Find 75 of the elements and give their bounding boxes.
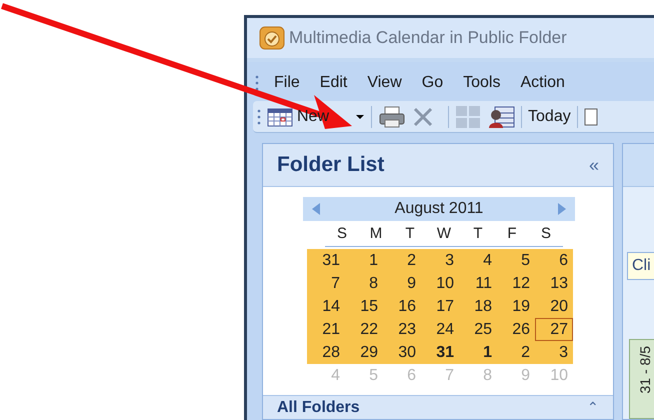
- printer-icon[interactable]: [378, 104, 406, 128]
- menu-item[interactable]: Tools: [458, 71, 506, 95]
- grip-icon[interactable]: [257, 108, 261, 126]
- calendar-day[interactable]: 5: [497, 248, 535, 272]
- menu-item[interactable]: Edit: [314, 71, 352, 95]
- calendar-day[interactable]: 31: [421, 340, 459, 364]
- calendar-day[interactable]: 1: [345, 248, 383, 272]
- calendar-day[interactable]: 16: [383, 294, 421, 318]
- selected-week[interactable]: 31 1 2 3 4 5 6: [307, 248, 573, 272]
- pane-title: Folder List: [277, 152, 384, 178]
- next-month-icon[interactable]: [556, 202, 567, 216]
- calendar-icon: [267, 106, 293, 126]
- menu-item[interactable]: View: [362, 71, 407, 95]
- calendar-day[interactable]: 8: [345, 272, 383, 294]
- selected-week[interactable]: 21 22 23 24 25 26 27: [307, 318, 573, 340]
- calendar-app-icon: [259, 26, 285, 50]
- calendar-day[interactable]: 3: [535, 340, 573, 364]
- page-icon[interactable]: [584, 106, 598, 126]
- calendar-day[interactable]: 15: [345, 294, 383, 318]
- address-book-icon[interactable]: [487, 104, 516, 128]
- menu-item[interactable]: Action: [515, 71, 570, 95]
- section-header[interactable]: All Folders ⌃: [263, 395, 613, 419]
- menu-item[interactable]: Go: [416, 71, 448, 95]
- section-title: All Folders: [277, 398, 360, 418]
- calendar-day[interactable]: 22: [345, 318, 383, 340]
- tooltip: Cli: [627, 252, 654, 280]
- calendar-day[interactable]: 1: [459, 340, 497, 364]
- calendar-day[interactable]: 12: [497, 272, 535, 294]
- calendar-day[interactable]: 26: [497, 318, 535, 340]
- week-tab[interactable]: 31 - 8/5: [629, 339, 654, 419]
- calendar-day[interactable]: 3: [421, 248, 459, 272]
- calendar-day[interactable]: 19: [497, 294, 535, 318]
- calendar-day[interactable]: 30: [383, 340, 421, 364]
- previous-month-icon[interactable]: [311, 202, 321, 216]
- calendar-day[interactable]: 17: [421, 294, 459, 318]
- calendar-day[interactable]: 7: [307, 272, 345, 294]
- week-range: 31 - 8/5: [636, 346, 654, 394]
- menu-item[interactable]: File: [269, 71, 305, 95]
- weekday-label: W: [436, 224, 452, 244]
- calendar-day[interactable]: 13: [535, 272, 573, 294]
- calendar-day[interactable]: 2: [383, 248, 421, 272]
- grip-icon[interactable]: [255, 74, 259, 92]
- calendar-day[interactable]: 24: [421, 318, 459, 340]
- collapse-button[interactable]: «: [588, 152, 599, 178]
- selected-week[interactable]: 7 8 9 10 11 12 13: [307, 272, 573, 294]
- calendar-day[interactable]: 23: [383, 318, 421, 340]
- caret-icon: [355, 114, 366, 120]
- weekday-label: F: [506, 224, 518, 244]
- delete-icon[interactable]: [412, 106, 434, 128]
- selected-week[interactable]: 14 15 16 17 18 19 20: [307, 294, 573, 318]
- weekday-label: S: [336, 224, 348, 244]
- calendar-day[interactable]: 4: [459, 248, 497, 272]
- calendar-day[interactable]: 29: [345, 340, 383, 364]
- calendar-day[interactable]: 31: [307, 248, 345, 272]
- month-title: August 2011: [394, 199, 484, 219]
- calendar-day[interactable]: 11: [459, 272, 497, 294]
- weekday-label: T: [404, 224, 416, 244]
- window-title: Multimedia Calendar in Public Folder: [289, 27, 567, 50]
- calendar-day[interactable]: 25: [459, 318, 497, 340]
- calendar-day[interactable]: 6: [535, 248, 573, 272]
- calendar-day[interactable]: 18: [459, 294, 497, 318]
- calendar-day[interactable]: 28: [307, 340, 345, 364]
- weekday-label: S: [540, 224, 552, 244]
- today-button[interactable]: Today: [528, 104, 571, 128]
- selected-week[interactable]: 28 29 30 31 1 2 3: [307, 340, 573, 364]
- expand-toggle[interactable]: ⌃: [587, 397, 599, 418]
- weekday-label: T: [472, 224, 484, 244]
- calendar-day[interactable]: 10: [421, 272, 459, 294]
- calendar-day[interactable]: 9: [383, 272, 421, 294]
- calendar-day[interactable]: 21: [307, 318, 345, 340]
- calendar-day[interactable]: 27: [535, 318, 573, 340]
- calendar-day[interactable]: 14: [307, 294, 345, 318]
- calendar-day[interactable]: 20: [535, 294, 573, 318]
- calendar-day[interactable]: 2: [497, 340, 535, 364]
- weekday-label: M: [368, 224, 384, 244]
